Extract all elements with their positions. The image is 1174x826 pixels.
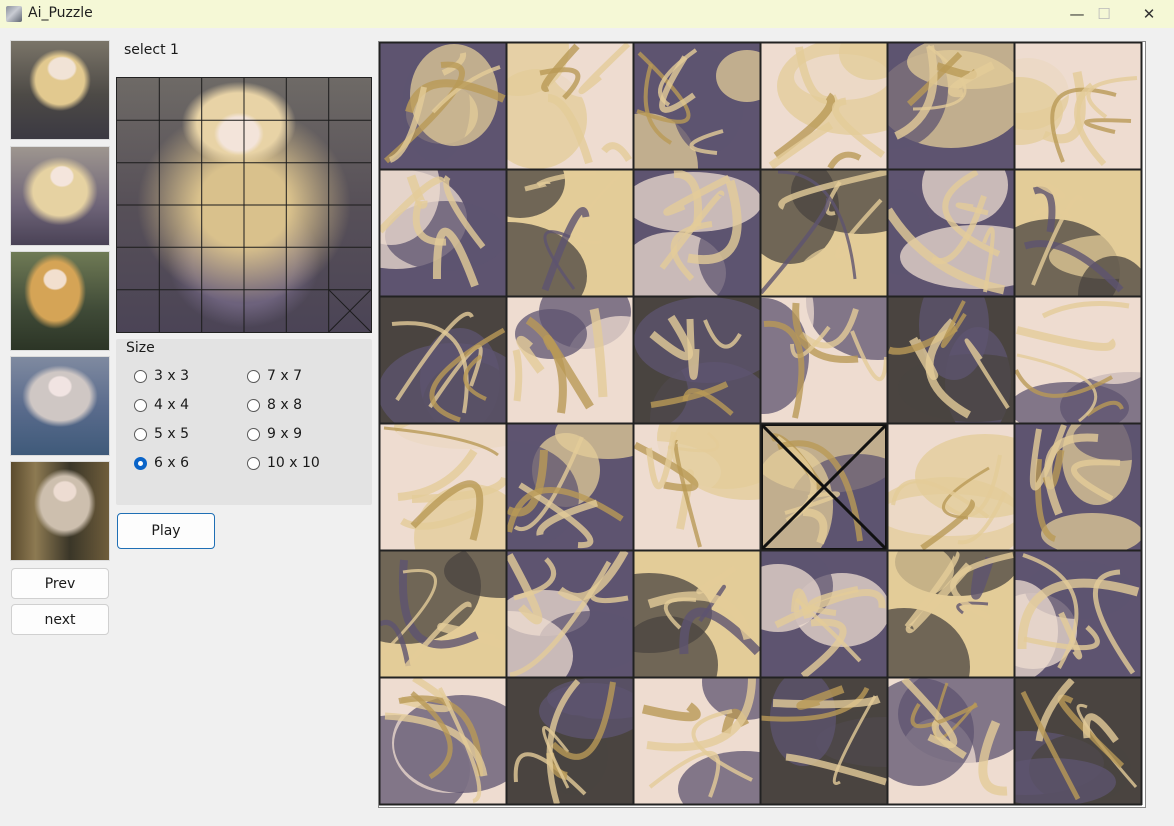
puzzle-tile[interactable] — [1015, 424, 1141, 550]
radio-checked-icon — [134, 456, 147, 470]
radio-icon — [247, 369, 260, 383]
size-group — [116, 339, 372, 505]
puzzle-tile[interactable] — [761, 170, 887, 296]
size-option-label: 4 x 4 — [154, 397, 189, 413]
size-option-8x8[interactable]: 8 x 8 — [247, 397, 302, 413]
play-button[interactable]: Play — [117, 513, 215, 549]
size-option-3x3[interactable]: 3 x 3 — [134, 368, 189, 384]
size-option-7x7[interactable]: 7 x 7 — [247, 368, 302, 384]
thumbnail-2[interactable] — [10, 146, 110, 246]
size-option-4x4[interactable]: 4 x 4 — [134, 397, 189, 413]
radio-icon — [134, 369, 147, 383]
puzzle-tile[interactable] — [380, 297, 506, 423]
close-button[interactable]: ✕ — [1126, 0, 1172, 28]
size-option-label: 5 x 5 — [154, 426, 189, 442]
thumbnail-5[interactable] — [10, 461, 110, 561]
puzzle-tile[interactable] — [634, 43, 760, 169]
puzzle-tile[interactable] — [380, 678, 506, 804]
puzzle-tile[interactable] — [1015, 551, 1141, 677]
puzzle-tile[interactable] — [761, 43, 887, 169]
size-option-6x6[interactable]: 6 x 6 — [134, 455, 189, 471]
size-option-label: 3 x 3 — [154, 368, 189, 384]
puzzle-tile[interactable] — [507, 43, 633, 169]
app-icon — [6, 6, 22, 22]
puzzle-tile[interactable] — [507, 424, 633, 550]
puzzle-tile[interactable] — [507, 678, 633, 804]
puzzle-tile[interactable] — [888, 43, 1014, 169]
size-option-label: 7 x 7 — [267, 368, 302, 384]
puzzle-tile[interactable] — [380, 424, 506, 550]
puzzle-tile[interactable] — [761, 297, 887, 423]
puzzle-tile[interactable] — [507, 551, 633, 677]
size-option-5x5[interactable]: 5 x 5 — [134, 426, 189, 442]
puzzle-tile[interactable] — [634, 551, 760, 677]
puzzle-tile[interactable] — [888, 424, 1014, 550]
size-option-9x9[interactable]: 9 x 9 — [247, 426, 302, 442]
puzzle-tile[interactable] — [888, 678, 1014, 804]
puzzle-tile[interactable] — [1015, 297, 1141, 423]
puzzle-tile[interactable] — [380, 43, 506, 169]
radio-icon — [134, 398, 147, 412]
puzzle-tile[interactable] — [380, 170, 506, 296]
size-option-10x10[interactable]: 10 x 10 — [247, 455, 320, 471]
title-bar: Ai_Puzzle — ☐ ✕ — [0, 0, 1174, 28]
size-option-label: 8 x 8 — [267, 397, 302, 413]
selected-image-label: select 1 — [124, 42, 179, 58]
puzzle-tile[interactable] — [380, 551, 506, 677]
thumbnail-3[interactable] — [10, 251, 110, 351]
size-legend: Size — [126, 340, 155, 356]
puzzle-tile[interactable] — [888, 170, 1014, 296]
window-title: Ai_Puzzle — [28, 5, 93, 21]
puzzle-tile[interactable] — [1015, 43, 1141, 169]
size-option-label: 6 x 6 — [154, 455, 189, 471]
next-button[interactable]: next — [11, 604, 109, 635]
puzzle-tile[interactable] — [888, 297, 1014, 423]
puzzle-tile[interactable] — [634, 678, 760, 804]
puzzle-tile[interactable] — [1015, 678, 1141, 804]
preview-image — [116, 77, 372, 333]
size-option-label: 10 x 10 — [267, 455, 320, 471]
puzzle-tile[interactable] — [507, 170, 633, 296]
puzzle-tile[interactable] — [1015, 170, 1141, 296]
radio-icon — [247, 456, 260, 470]
thumbnail-4[interactable] — [10, 356, 110, 456]
puzzle-tile[interactable] — [634, 297, 760, 423]
preview-grid — [117, 78, 371, 332]
puzzle-tile[interactable] — [761, 678, 887, 804]
prev-button[interactable]: Prev — [11, 568, 109, 599]
thumbnail-1[interactable] — [10, 40, 110, 140]
puzzle-empty-tile[interactable] — [761, 424, 887, 550]
puzzle-tile[interactable] — [634, 170, 760, 296]
puzzle-tile[interactable] — [761, 551, 887, 677]
radio-icon — [134, 427, 147, 441]
puzzle-tile[interactable] — [507, 297, 633, 423]
radio-icon — [247, 398, 260, 412]
puzzle-tile[interactable] — [634, 424, 760, 550]
puzzle-board — [378, 41, 1146, 808]
size-option-label: 9 x 9 — [267, 426, 302, 442]
radio-icon — [247, 427, 260, 441]
maximize-button[interactable]: ☐ — [1081, 0, 1127, 28]
puzzle-tile[interactable] — [888, 551, 1014, 677]
